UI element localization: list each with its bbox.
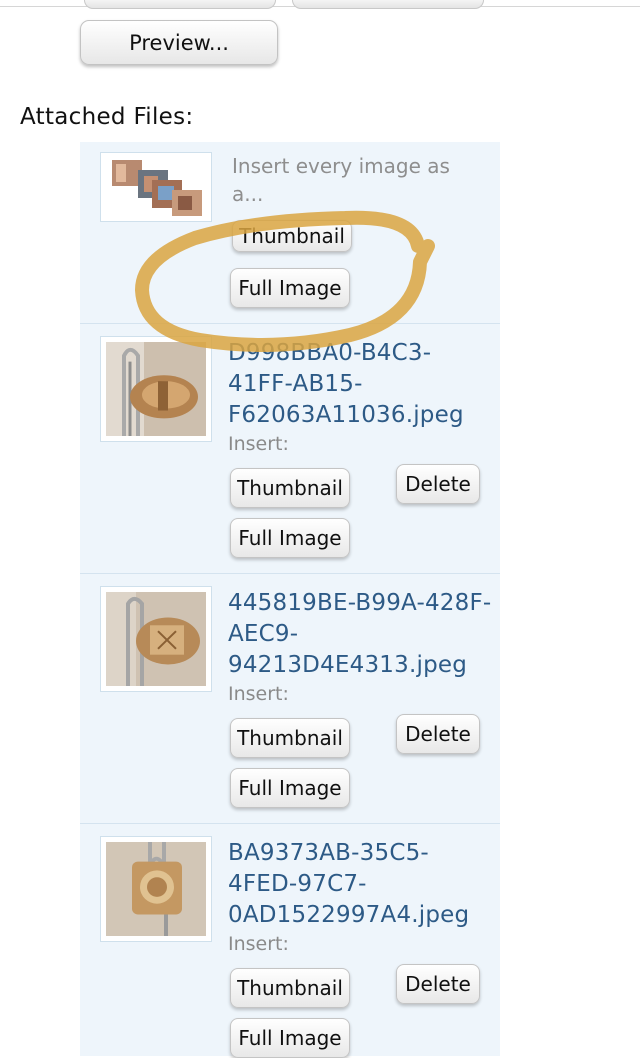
full-image-button[interactable]: Full Image — [230, 768, 350, 808]
insert-label: Insert: — [228, 433, 289, 455]
full-image-button[interactable]: Full Image — [230, 518, 350, 558]
delete-button[interactable]: Delete — [396, 714, 480, 754]
delete-button[interactable]: Delete — [396, 964, 480, 1004]
thumbnail-button[interactable]: Thumbnail — [230, 968, 350, 1008]
thumbnail-button[interactable]: Thumbnail — [230, 718, 350, 758]
full-image-button[interactable]: Full Image — [230, 1018, 350, 1058]
multi-image-icon — [100, 152, 212, 222]
file-name-link[interactable]: D998BBA0-B4C3- 41FF-AB15- F62063A11036.j… — [228, 338, 464, 431]
offscreen-button-edge[interactable] — [292, 0, 484, 9]
offscreen-button-edge[interactable] — [84, 0, 276, 9]
thumbnail-button[interactable]: Thumbnail — [230, 468, 350, 508]
delete-button[interactable]: Delete — [396, 464, 480, 504]
attached-file-item: 445819BE-B99A-428F- AEC9- 94213D4E4313.j… — [80, 574, 500, 824]
bulk-insert-prompt: Insert every image as a... — [232, 154, 450, 206]
file-thumbnail[interactable] — [100, 586, 212, 692]
file-thumbnail[interactable] — [100, 336, 212, 442]
bulk-thumbnail-button[interactable]: Thumbnail — [232, 220, 352, 252]
file-thumbnail[interactable] — [100, 836, 212, 942]
bulk-insert-block: Insert every image as a... Thumbnail Ful… — [80, 142, 500, 324]
preview-button[interactable]: Preview... — [80, 20, 278, 65]
bulk-full-image-button[interactable]: Full Image — [230, 268, 350, 308]
insert-label: Insert: — [228, 683, 289, 705]
attached-file-item: D998BBA0-B4C3- 41FF-AB15- F62063A11036.j… — [80, 324, 500, 574]
attached-file-item: BA9373AB-35C5- 4FED-97C7- 0AD1522997A4.j… — [80, 824, 500, 1058]
attached-files-heading: Attached Files: — [20, 104, 194, 130]
attached-files-panel: Insert every image as a... Thumbnail Ful… — [80, 142, 500, 1058]
file-name-link[interactable]: BA9373AB-35C5- 4FED-97C7- 0AD1522997A4.j… — [228, 838, 469, 931]
insert-label: Insert: — [228, 933, 289, 955]
file-name-link[interactable]: 445819BE-B99A-428F- AEC9- 94213D4E4313.j… — [228, 588, 491, 681]
